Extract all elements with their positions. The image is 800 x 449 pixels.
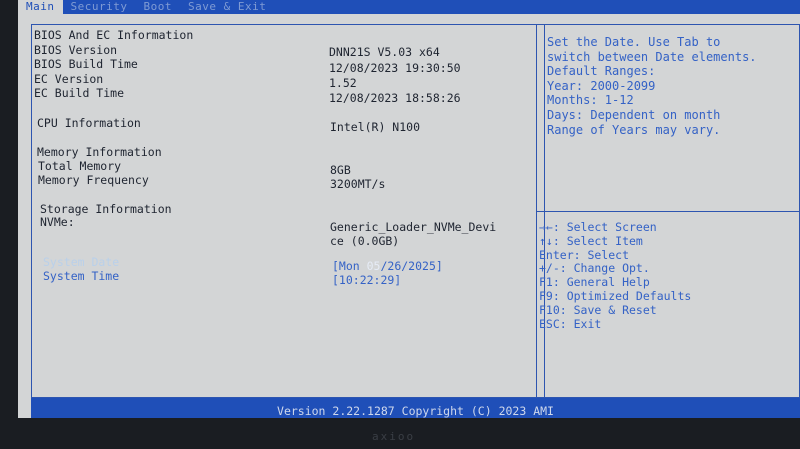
system-time-value[interactable]: [10:22:29] xyxy=(332,273,401,287)
help-panel: Set the Date. Use Tab to switch between … xyxy=(536,24,800,398)
system-date-prefix: [Mon xyxy=(332,259,367,273)
memory-frequency-label: Memory Frequency xyxy=(38,173,149,187)
system-date-suffix: /26/2025] xyxy=(380,259,443,273)
cpu-info-value: Intel(R) N100 xyxy=(330,120,421,134)
tab-main[interactable]: Main xyxy=(18,0,63,14)
bios-version-label: BIOS Version xyxy=(34,43,118,57)
ec-version-value: 1.52 xyxy=(329,76,357,90)
nvme-label: NVMe: xyxy=(40,215,75,229)
tab-boot[interactable]: Boot xyxy=(135,0,180,14)
system-time-label[interactable]: System Time xyxy=(43,269,119,283)
key-legend-item: F1: General Help xyxy=(539,275,650,290)
help-line: Range of Years may vary. xyxy=(547,122,721,137)
ec-build-time-value: 12/08/2023 18:58:26 xyxy=(329,91,461,105)
bios-screen: Main Security Boot Save & Exit BIOS And … xyxy=(18,0,800,449)
nvme-value-line2: ce (0.0GB) xyxy=(330,234,400,248)
key-legend-item: F9: Optimized Defaults xyxy=(539,288,692,303)
system-date-label[interactable]: System Date xyxy=(43,255,119,269)
bios-version-value: DNN21S V5.03 x64 xyxy=(329,45,440,59)
key-legend-item: F10: Save & Reset xyxy=(539,302,657,317)
tab-save-exit[interactable]: Save & Exit xyxy=(180,0,274,14)
nvme-value-line1: Generic_Loader_NVMe_Devi xyxy=(330,220,497,234)
help-text: Set the Date. Use Tab to switch between … xyxy=(547,35,757,137)
total-memory-value: 8GB xyxy=(330,163,351,177)
bios-build-time-value: 12/08/2023 19:30:50 xyxy=(329,61,461,75)
total-memory-label: Total Memory xyxy=(38,159,122,173)
cpu-info-label: CPU Information xyxy=(37,116,141,130)
help-line: Year: 2000-2099 xyxy=(547,78,656,93)
storage-section-heading: Storage Information xyxy=(40,202,172,216)
bios-build-time-label: BIOS Build Time xyxy=(34,57,138,71)
help-line: Days: Dependent on month xyxy=(547,107,721,122)
help-line: switch between Date elements. xyxy=(547,49,757,64)
key-legend-item: Enter: Select xyxy=(539,247,630,262)
key-legend-item: →←: Select Screen xyxy=(539,220,657,234)
help-line: Default Ranges: xyxy=(547,64,656,79)
tab-bar: Main Security Boot Save & Exit xyxy=(18,0,800,14)
help-line: Set the Date. Use Tab to xyxy=(547,35,721,49)
key-legend-item: ↑↓: Select Item xyxy=(539,233,643,248)
help-line: Months: 1-12 xyxy=(547,93,634,108)
system-date-month-field[interactable]: 05 xyxy=(367,259,381,273)
key-legend: →←: Select Screen ↑↓: Select Item Enter:… xyxy=(539,220,692,331)
version-footer: Version 2.22.1287 Copyright (C) 2023 AMI xyxy=(31,398,800,418)
help-divider xyxy=(537,211,799,212)
key-legend-item: ESC: Exit xyxy=(539,316,602,331)
bios-ec-section-heading: BIOS And EC Information xyxy=(34,28,194,42)
memory-frequency-value: 3200MT/s xyxy=(330,177,386,191)
key-legend-item: +/-: Change Opt. xyxy=(539,261,650,276)
system-date-value[interactable]: [Mon 05/26/2025] xyxy=(332,259,443,273)
bezel-logo: axioo xyxy=(372,430,416,443)
ec-version-label: EC Version xyxy=(34,72,104,86)
main-panel: BIOS And EC Information BIOS Version DNN… xyxy=(31,24,545,398)
memory-section-heading: Memory Information xyxy=(37,145,162,159)
ec-build-time-label: EC Build Time xyxy=(34,86,125,100)
tab-security[interactable]: Security xyxy=(63,0,136,14)
